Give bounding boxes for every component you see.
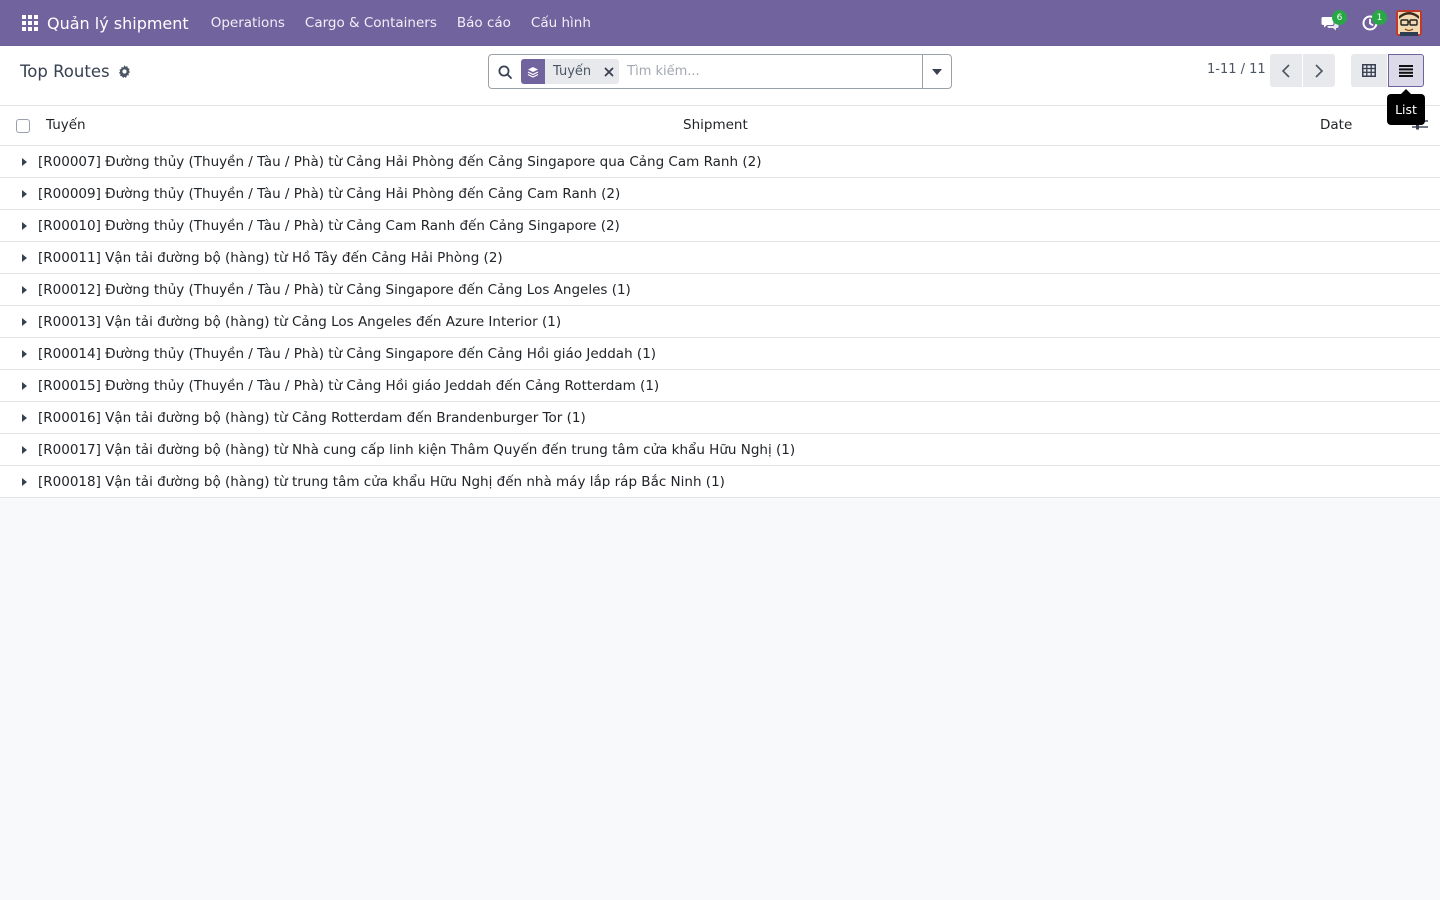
control-panel: Top Routes Tuyến Tìm kiếm... 1-11 / 11 bbox=[0, 46, 1440, 106]
activities-count-badge: 1 bbox=[1372, 10, 1387, 25]
column-header-date[interactable]: Date bbox=[1320, 117, 1352, 133]
group-label: [R00013] Vận tải đường bộ (hàng) từ Cảng… bbox=[38, 313, 562, 330]
layers-icon bbox=[521, 59, 545, 84]
caret-right-icon bbox=[22, 317, 27, 326]
activities-button[interactable]: 1 bbox=[1350, 0, 1390, 46]
search-bar: Tuyến bbox=[488, 54, 952, 89]
view-list-button[interactable] bbox=[1388, 54, 1424, 87]
view-tooltip: List bbox=[1387, 89, 1425, 125]
caret-right-icon bbox=[22, 189, 27, 198]
messages-button[interactable]: 6 bbox=[1310, 0, 1350, 46]
caret-right-icon bbox=[22, 445, 27, 454]
column-header-shipment[interactable]: Shipment bbox=[683, 117, 748, 133]
gear-icon[interactable] bbox=[118, 65, 131, 78]
view-pivot-button[interactable] bbox=[1351, 54, 1387, 87]
user-avatar-icon bbox=[1396, 10, 1422, 36]
pager-next-button[interactable] bbox=[1303, 54, 1335, 87]
group-label: [R00017] Vận tải đường bộ (hàng) từ Nhà … bbox=[38, 441, 796, 458]
group-row[interactable]: [R00007] Đường thủy (Thuyền / Tàu / Phà)… bbox=[0, 146, 1440, 178]
close-icon bbox=[604, 67, 614, 76]
group-label: [R00007] Đường thủy (Thuyền / Tàu / Phà)… bbox=[38, 153, 762, 170]
caret-right-icon bbox=[22, 381, 27, 390]
group-row[interactable]: [R00009] Đường thủy (Thuyền / Tàu / Phà)… bbox=[0, 178, 1440, 210]
group-label: [R00018] Vận tải đường bộ (hàng) từ trun… bbox=[38, 473, 725, 490]
group-row[interactable]: [R00013] Vận tải đường bộ (hàng) từ Cảng… bbox=[0, 306, 1440, 338]
chevron-left-icon bbox=[1282, 63, 1290, 78]
group-row[interactable]: [R00016] Vận tải đường bộ (hàng) từ Cảng… bbox=[0, 402, 1440, 434]
app-name[interactable]: Quản lý shipment bbox=[47, 14, 189, 33]
caret-right-icon bbox=[22, 413, 27, 422]
group-row[interactable]: [R00014] Đường thủy (Thuyền / Tàu / Phà)… bbox=[0, 338, 1440, 370]
caret-down-icon bbox=[932, 68, 942, 75]
group-label: [R00010] Đường thủy (Thuyền / Tàu / Phà)… bbox=[38, 217, 620, 234]
caret-right-icon bbox=[22, 477, 27, 486]
caret-right-icon bbox=[22, 285, 27, 294]
messages-count-badge: 6 bbox=[1332, 10, 1347, 25]
search-options-toggle[interactable] bbox=[922, 55, 951, 88]
menu-reports[interactable]: Báo cáo bbox=[447, 15, 521, 31]
group-row[interactable]: [R00011] Vận tải đường bộ (hàng) từ Hồ T… bbox=[0, 242, 1440, 274]
group-label: [R00011] Vận tải đường bộ (hàng) từ Hồ T… bbox=[38, 249, 503, 266]
caret-right-icon bbox=[22, 157, 27, 166]
group-row[interactable]: [R00015] Đường thủy (Thuyền / Tàu / Phà)… bbox=[0, 370, 1440, 402]
menu-operations[interactable]: Operations bbox=[201, 15, 295, 31]
list-icon bbox=[1399, 64, 1413, 77]
group-label: [R00015] Đường thủy (Thuyền / Tàu / Phà)… bbox=[38, 377, 660, 394]
page-title: Top Routes bbox=[20, 62, 110, 81]
list-view: Tuyến Shipment Date [R00007] Đường thủy … bbox=[0, 106, 1440, 498]
list-header: Tuyến Shipment Date bbox=[0, 106, 1440, 146]
breadcrumb: Top Routes bbox=[20, 62, 131, 81]
search-input[interactable] bbox=[627, 64, 918, 79]
table-icon bbox=[1362, 64, 1376, 77]
group-label: [R00014] Đường thủy (Thuyền / Tàu / Phà)… bbox=[38, 345, 657, 362]
group-row[interactable]: [R00018] Vận tải đường bộ (hàng) từ trun… bbox=[0, 466, 1440, 498]
select-all-checkbox[interactable] bbox=[16, 119, 30, 133]
group-row[interactable]: [R00012] Đường thủy (Thuyền / Tàu / Phà)… bbox=[0, 274, 1440, 306]
group-row[interactable]: [R00010] Đường thủy (Thuyền / Tàu / Phà)… bbox=[0, 210, 1440, 242]
caret-right-icon bbox=[22, 221, 27, 230]
group-row[interactable]: [R00017] Vận tải đường bộ (hàng) từ Nhà … bbox=[0, 434, 1440, 466]
group-label: [R00012] Đường thủy (Thuyền / Tàu / Phà)… bbox=[38, 281, 631, 298]
apps-grid-icon bbox=[22, 15, 38, 31]
facet-label: Tuyến bbox=[553, 64, 592, 79]
top-navbar: Quản lý shipment Operations Cargo & Cont… bbox=[0, 0, 1440, 46]
search-icon bbox=[489, 65, 521, 79]
column-header-route[interactable]: Tuyến bbox=[46, 117, 86, 133]
groupby-facet: Tuyến bbox=[521, 59, 620, 84]
chevron-right-icon bbox=[1315, 63, 1323, 78]
user-avatar[interactable] bbox=[1396, 10, 1422, 36]
menu-configuration[interactable]: Cấu hình bbox=[521, 15, 601, 31]
menu-cargo-containers[interactable]: Cargo & Containers bbox=[295, 15, 447, 31]
apps-menu-button[interactable] bbox=[0, 0, 40, 46]
caret-right-icon bbox=[22, 253, 27, 262]
caret-right-icon bbox=[22, 349, 27, 358]
facet-remove-button[interactable] bbox=[599, 59, 619, 84]
pager-previous-button[interactable] bbox=[1270, 54, 1302, 87]
pager-value[interactable]: 1-11 / 11 bbox=[1207, 62, 1266, 77]
group-label: [R00016] Vận tải đường bộ (hàng) từ Cảng… bbox=[38, 409, 586, 426]
group-label: [R00009] Đường thủy (Thuyền / Tàu / Phà)… bbox=[38, 185, 621, 202]
